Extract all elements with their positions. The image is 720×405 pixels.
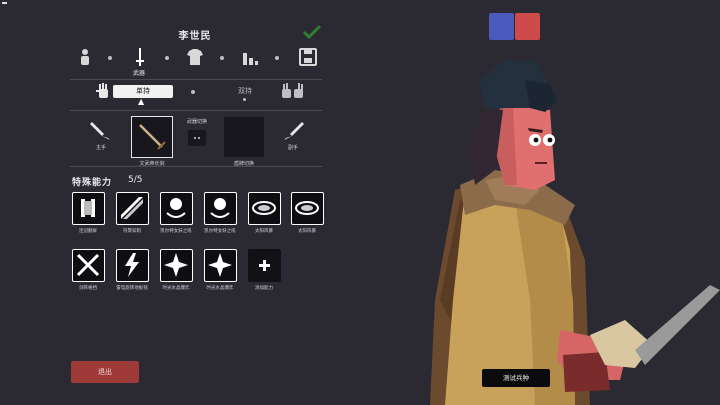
ability-slot[interactable] <box>160 192 193 225</box>
ability-slot[interactable] <box>160 249 193 282</box>
nav-dot <box>165 56 169 60</box>
ability-lightning-icon <box>125 253 139 277</box>
sword-icon[interactable] <box>130 47 150 67</box>
sword-icon <box>139 124 166 150</box>
ability-slot[interactable] <box>204 249 237 282</box>
ability-label: 符箓穿刺 <box>123 229 141 234</box>
off-weapon-slot[interactable] <box>224 117 264 157</box>
switch-icon <box>194 137 200 139</box>
ability-slot[interactable] <box>116 192 149 225</box>
unit-name: 李世民 <box>178 31 212 42</box>
ability-scroll-icon <box>81 199 95 217</box>
ability-sun-storm-icon <box>252 201 276 215</box>
character-preview <box>430 60 720 405</box>
ability-sun-storm-icon <box>295 201 319 215</box>
sword-blade <box>635 285 720 365</box>
ability-label: 雷电旋转地板毯 <box>116 286 148 291</box>
ability-label: 太阳风暴 <box>255 229 273 234</box>
ability-slot[interactable] <box>72 192 105 225</box>
ability-label: 剑阵格挡 <box>79 286 97 291</box>
exit-button[interactable]: 退出 <box>71 361 139 383</box>
ability-scream-icon <box>210 198 230 218</box>
plus-icon <box>259 260 270 271</box>
main-hand-icon[interactable] <box>88 120 114 142</box>
divider <box>70 166 322 167</box>
dual-hand-icon[interactable] <box>280 82 306 100</box>
ability-slot[interactable] <box>291 192 324 225</box>
ability-label: 太阳风暴 <box>298 229 316 234</box>
ability-label: 时光水晶爆炸 <box>206 286 234 291</box>
ability-pierce-icon <box>121 197 143 219</box>
weapon-switch-button[interactable] <box>188 130 206 146</box>
window-indicator <box>2 2 7 4</box>
ability-label: 凯尔特女妖之吼 <box>160 229 192 234</box>
off-hand-icon[interactable] <box>280 120 306 142</box>
shirt-icon[interactable] <box>185 47 205 67</box>
unit-editor-panel: 李世民 武器 单持 ▲ 双持 主手 文武帝长剑 武器切换 盾牌切换 副手 特殊能… <box>0 0 335 405</box>
abilities-title: 特殊能力 <box>72 178 113 188</box>
ability-sword-block-icon <box>76 253 100 277</box>
save-icon[interactable] <box>298 47 318 67</box>
add-ability-button[interactable] <box>248 249 281 282</box>
checkmark-icon[interactable] <box>302 24 322 40</box>
ability-crystal-burst-icon <box>164 253 188 277</box>
ability-label: 时光水晶爆炸 <box>162 286 190 291</box>
dual-hold-button[interactable]: 双持 <box>230 86 260 96</box>
team-red-swatch[interactable] <box>515 13 540 40</box>
ability-slot[interactable] <box>204 192 237 225</box>
mode-dot <box>243 98 246 101</box>
weapon-switch-label: 武器切换 <box>186 119 207 125</box>
ability-slot[interactable] <box>248 192 281 225</box>
nav-weapon-label: 武器 <box>132 70 145 77</box>
off-hand-label: 副手 <box>287 145 298 151</box>
main-weapon-slot[interactable] <box>131 116 173 158</box>
main-hand-label: 主手 <box>95 145 106 151</box>
nav-dot <box>220 56 224 60</box>
ability-scream-icon <box>166 198 186 218</box>
chevron-up-icon: ▲ <box>138 97 145 106</box>
mode-dot <box>191 90 195 94</box>
nav-dot <box>275 56 279 60</box>
ability-slot[interactable] <box>116 249 149 282</box>
ability-label: 连冠翻屏 <box>79 229 97 234</box>
abilities-count: 5/5 <box>128 175 143 185</box>
body-icon[interactable] <box>75 47 95 67</box>
team-blue-swatch[interactable] <box>489 13 514 40</box>
stats-icon[interactable] <box>240 47 260 67</box>
ability-label: 凯尔特女妖之吼 <box>204 229 236 234</box>
single-hand-icon[interactable] <box>94 82 112 100</box>
ability-slot[interactable] <box>72 249 105 282</box>
test-unit-button[interactable]: 测试兵种 <box>482 369 550 387</box>
divider <box>70 110 322 111</box>
ability-crystal-burst-icon <box>208 253 232 277</box>
divider <box>70 79 322 80</box>
add-ability-label: 添加能力 <box>255 286 273 291</box>
nav-dot <box>108 56 112 60</box>
